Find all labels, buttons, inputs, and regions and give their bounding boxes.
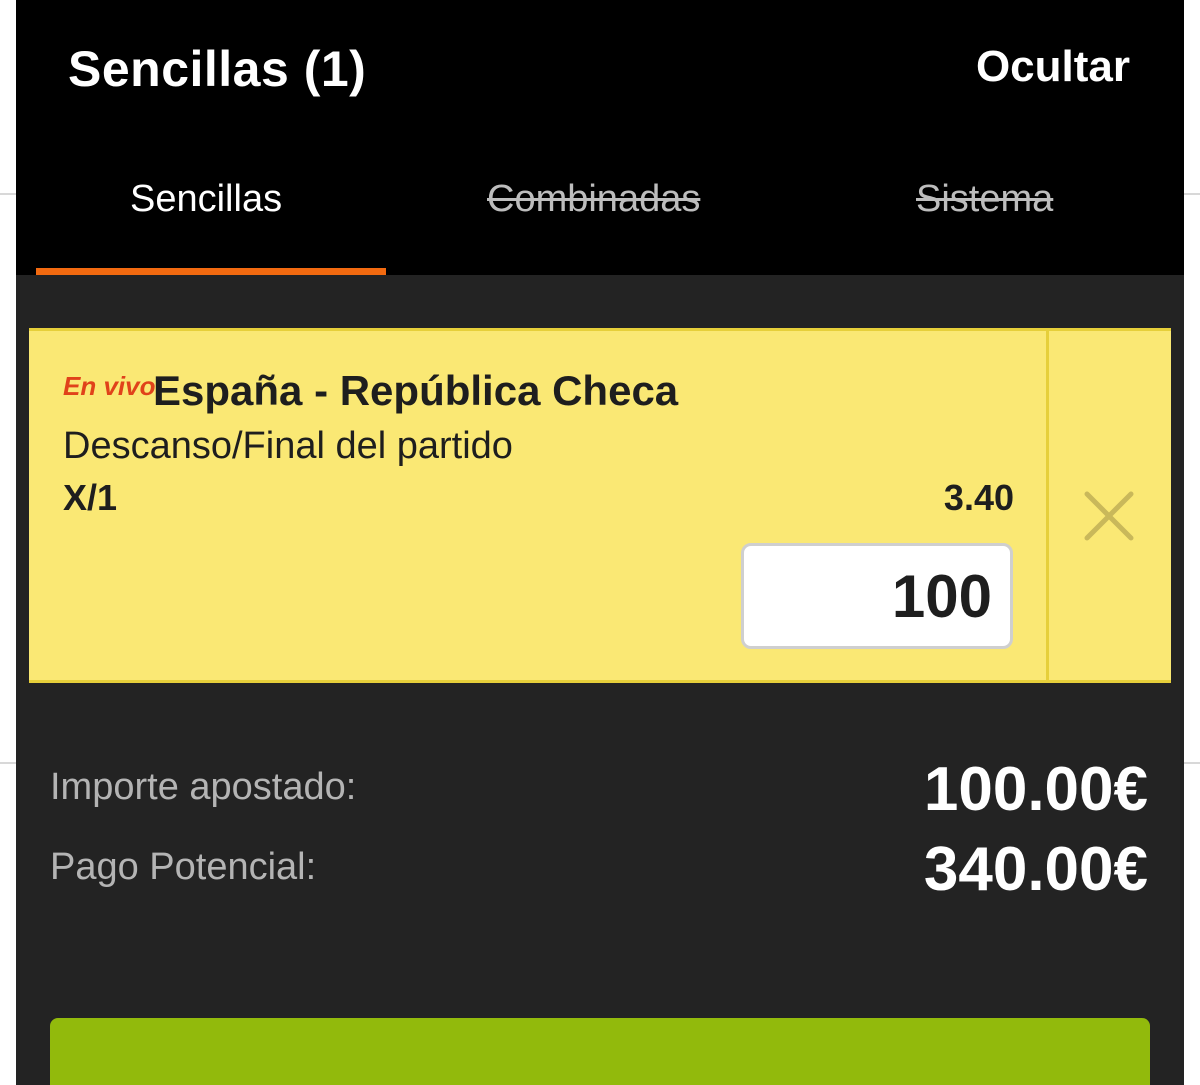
tab-sencillas[interactable]: Sencillas xyxy=(130,178,282,221)
potential-payout-value: 340.00€ xyxy=(923,835,1148,904)
selection-pick: X/1 xyxy=(63,477,118,518)
stake-input[interactable] xyxy=(741,543,1013,649)
live-badge: En vivo xyxy=(63,371,156,401)
odds-value: 3.40 xyxy=(943,477,1014,518)
page-title: Sencillas (1) xyxy=(68,41,367,97)
bet-slip-panel: Sencillas (1) Ocultar Sencillas Combinad… xyxy=(16,0,1184,1085)
match-title: España - República Checa xyxy=(153,367,679,414)
hide-button[interactable]: Ocultar xyxy=(976,42,1130,92)
stake-amount-label: Importe apostado: xyxy=(50,766,357,808)
card-divider xyxy=(1046,331,1049,680)
bet-slip-header: Sencillas (1) Ocultar Sencillas Combinad… xyxy=(16,0,1184,275)
active-tab-indicator xyxy=(36,268,386,275)
place-bet-button[interactable] xyxy=(50,1018,1150,1085)
potential-payout-label: Pago Potencial: xyxy=(50,846,317,888)
stake-amount-value: 100.00€ xyxy=(923,755,1148,824)
tab-sistema[interactable]: Sistema xyxy=(916,178,1053,221)
close-icon xyxy=(1084,491,1134,541)
tab-combinadas[interactable]: Combinadas xyxy=(487,178,700,221)
remove-bet-button[interactable] xyxy=(1069,476,1149,556)
market-name: Descanso/Final del partido xyxy=(63,425,513,467)
bet-selection-card: En vivo España - República Checa Descans… xyxy=(29,328,1171,683)
